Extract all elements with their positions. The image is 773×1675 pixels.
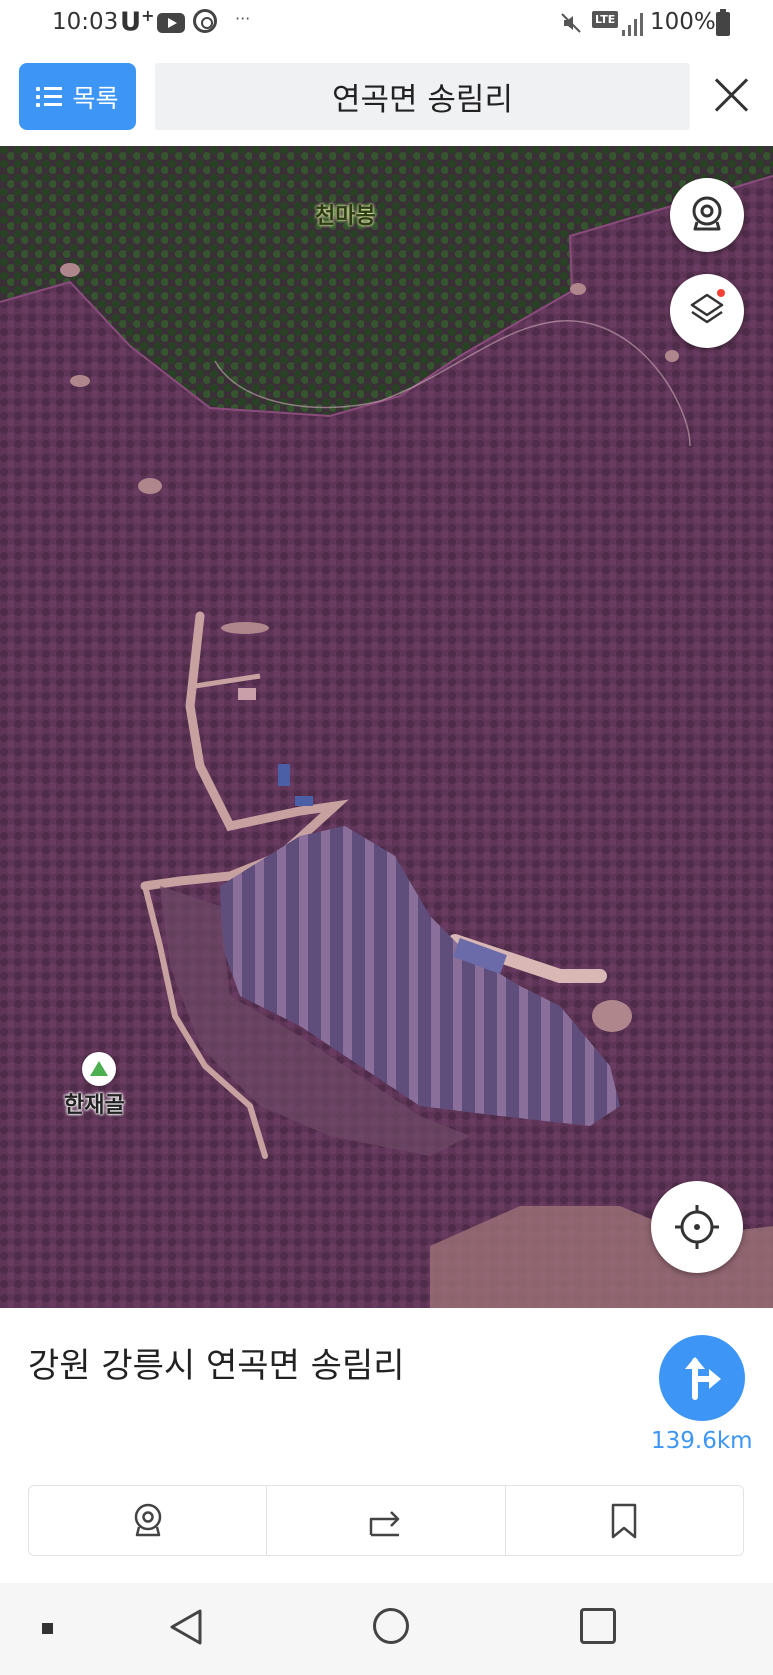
nav-indicator-icon: [42, 1623, 53, 1634]
list-icon: [36, 86, 63, 107]
battery-percent: 100%: [650, 9, 716, 35]
layers-icon: [690, 293, 724, 324]
map-label-peak[interactable]: 천마봉: [315, 198, 376, 230]
search-query-field[interactable]: 연곡면 송림리: [155, 63, 690, 130]
carrier-logo: U+: [120, 6, 155, 38]
search-query-text: 연곡면 송림리: [332, 82, 513, 118]
map-label-valley[interactable]: 한재골: [64, 1087, 125, 1119]
status-time: 10:03: [52, 9, 119, 35]
new-badge-dot: [717, 289, 725, 297]
directions-button[interactable]: [659, 1335, 745, 1421]
roadview-button[interactable]: [670, 178, 744, 252]
signal-icon: [622, 13, 643, 36]
youtube-icon: [157, 13, 185, 33]
lte-icon: LTE: [592, 11, 619, 28]
recent-apps-icon[interactable]: [580, 1608, 616, 1644]
layers-button[interactable]: [670, 274, 744, 348]
share-icon: [369, 1510, 400, 1536]
threads-icon: [193, 9, 217, 33]
list-button[interactable]: 목록: [19, 63, 136, 130]
roadview-action-button[interactable]: [29, 1486, 266, 1555]
status-bar: 10:03 U+ ··· LTE 100%: [0, 0, 773, 48]
action-bar: [28, 1485, 744, 1556]
map-view[interactable]: 천마봉 한재골: [0, 146, 773, 1308]
roadview-icon: [692, 196, 722, 231]
distance-text: 139.6km: [651, 1428, 753, 1454]
current-location-button[interactable]: [651, 1181, 743, 1273]
share-action-button[interactable]: [266, 1486, 504, 1555]
more-notifications-icon: ···: [235, 9, 251, 28]
place-address: 강원 강릉시 연곡면 송림리: [28, 1346, 405, 1386]
place-info-panel: 강원 강릉시 연곡면 송림리 139.6km: [0, 1308, 773, 1583]
satellite-imagery: [0, 146, 773, 1308]
system-nav-bar: [0, 1583, 773, 1675]
bookmark-icon: [612, 1503, 637, 1538]
close-icon[interactable]: [710, 73, 754, 117]
roadview-icon: [134, 1503, 161, 1536]
mute-icon: [561, 13, 581, 33]
directions-icon: [685, 1357, 721, 1400]
home-icon[interactable]: [373, 1608, 409, 1644]
list-button-label: 목록: [72, 83, 119, 113]
bookmark-action-button[interactable]: [504, 1486, 743, 1555]
top-bar: 목록 연곡면 송림리: [0, 48, 773, 146]
battery-icon: [716, 9, 730, 36]
mountain-marker-icon[interactable]: [82, 1052, 116, 1086]
crosshair-icon: [675, 1205, 719, 1249]
back-icon[interactable]: [168, 1608, 204, 1646]
